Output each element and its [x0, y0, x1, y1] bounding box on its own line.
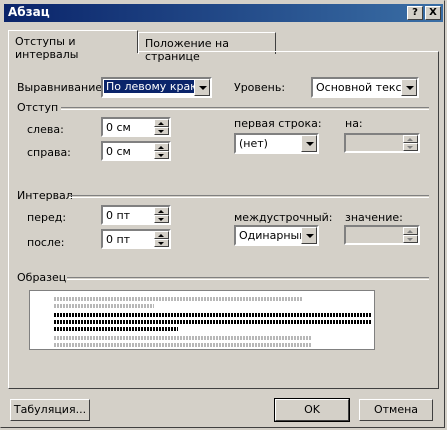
preview-group-label: Образец	[17, 271, 67, 284]
spacing-at-label: значение:	[345, 211, 403, 224]
preview-current-line	[54, 313, 372, 317]
ok-button[interactable]: OK	[274, 398, 350, 422]
spin-up-icon[interactable]	[154, 143, 169, 151]
spacing-group-label: Интервал	[17, 189, 73, 202]
spacing-divider	[69, 195, 429, 198]
cancel-button-label: Отмена	[373, 403, 419, 416]
spacing-before-value: 0 пт	[106, 209, 131, 222]
paragraph-dialog: Абзац ? X Отступы и интервалы Положение …	[0, 0, 445, 428]
indent-left-value: 0 см	[106, 121, 131, 134]
spin-up-icon[interactable]	[154, 119, 169, 127]
spin-down-icon[interactable]	[154, 239, 169, 247]
line-spacing-label: междустрочный:	[234, 211, 333, 224]
indent-group-label: Отступ	[17, 101, 59, 114]
title-bar[interactable]: Абзац ? X	[4, 4, 443, 22]
preview-current-line	[54, 327, 178, 331]
first-line-label: первая строка:	[234, 117, 322, 130]
line-spacing-select[interactable]: Одинарный	[234, 225, 319, 246]
preview-divider	[67, 277, 429, 280]
spacing-at-spinner[interactable]	[344, 225, 420, 245]
first-line-select[interactable]: (нет)	[234, 133, 319, 154]
cancel-button[interactable]: Отмена	[359, 399, 433, 421]
chevron-down-icon[interactable]	[401, 79, 417, 96]
spin-up-icon[interactable]	[154, 207, 169, 215]
spin-down-icon[interactable]	[154, 215, 169, 223]
level-value: Основной текст	[316, 81, 408, 94]
alignment-label: Выравнивание:	[17, 81, 106, 94]
spin-up-icon[interactable]	[154, 231, 169, 239]
first-line-value: (нет)	[239, 137, 268, 150]
spin-up-icon[interactable]	[403, 227, 418, 235]
spin-up-icon[interactable]	[403, 135, 418, 143]
spin-down-icon[interactable]	[403, 143, 418, 151]
line-spacing-value: Одинарный	[239, 229, 307, 242]
preview-next-line	[54, 343, 312, 347]
indent-right-spinner[interactable]: 0 см	[101, 141, 171, 161]
level-label: Уровень:	[234, 81, 286, 94]
chevron-down-icon[interactable]	[301, 135, 317, 152]
indent-by-label: на:	[345, 117, 363, 130]
close-button[interactable]: X	[425, 6, 441, 20]
chevron-down-icon[interactable]	[194, 79, 210, 96]
indent-left-label: слева:	[27, 123, 64, 136]
tabs-button-label: Табуляция...	[13, 403, 87, 416]
dialog-title: Абзац	[8, 5, 50, 19]
tab-indents-spacing-label: Отступы и интервалы	[15, 35, 79, 61]
alignment-select[interactable]: По левому краю	[101, 77, 212, 98]
indent-left-spinner[interactable]: 0 см	[101, 117, 171, 137]
indent-right-value: 0 см	[106, 145, 131, 158]
preview-sample	[29, 290, 375, 350]
spin-down-icon[interactable]	[403, 235, 418, 243]
preview-prev-line	[54, 304, 154, 308]
chevron-down-icon[interactable]	[301, 227, 317, 244]
spacing-after-spinner[interactable]: 0 пт	[101, 229, 171, 249]
spacing-before-spinner[interactable]: 0 пт	[101, 205, 171, 225]
preview-next-line	[54, 336, 312, 340]
preview-current-line	[54, 320, 372, 324]
spacing-after-value: 0 пт	[106, 233, 131, 246]
spacing-before-label: перед:	[27, 211, 67, 224]
alignment-value: По левому краю	[104, 80, 202, 93]
ok-button-label: OK	[304, 403, 320, 416]
level-select[interactable]: Основной текст	[311, 77, 419, 98]
indent-divider	[61, 107, 429, 110]
indent-right-label: справа:	[27, 146, 71, 159]
tabs-button[interactable]: Табуляция...	[10, 399, 90, 421]
tab-indents-spacing[interactable]: Отступы и интервалы	[8, 30, 138, 61]
spin-down-icon[interactable]	[154, 127, 169, 135]
spacing-after-label: после:	[27, 236, 65, 249]
preview-prev-line	[54, 297, 302, 301]
help-button[interactable]: ?	[407, 6, 423, 20]
spin-down-icon[interactable]	[154, 151, 169, 159]
indent-by-spinner[interactable]	[344, 133, 420, 153]
